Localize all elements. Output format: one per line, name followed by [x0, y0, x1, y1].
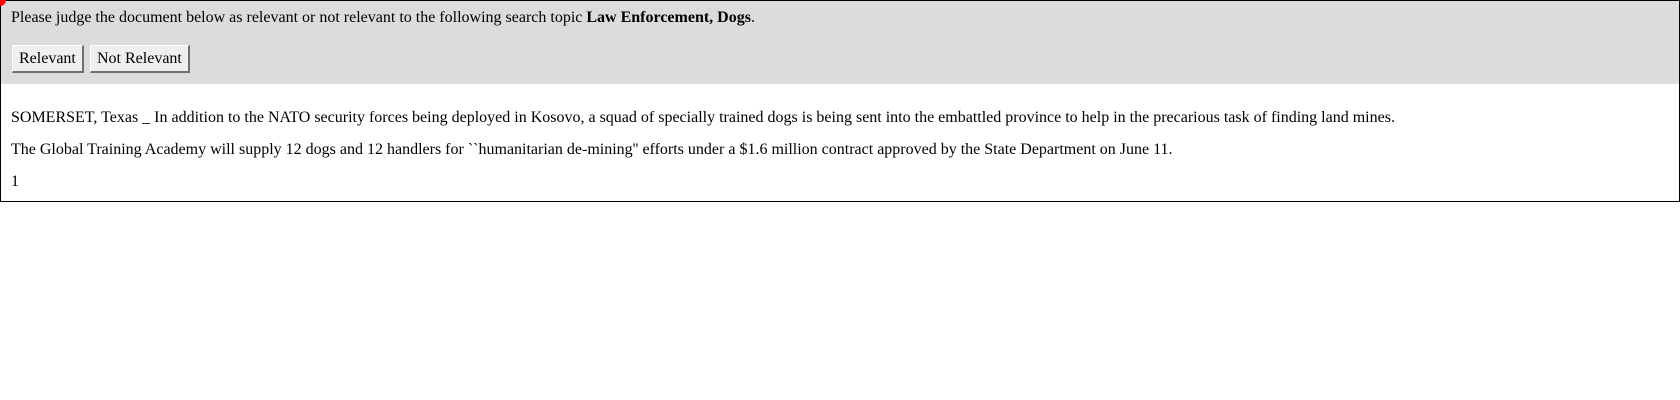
- judgment-instruction: Please judge the document below as relev…: [11, 8, 755, 28]
- document-panel: SOMERSET, Texas _ In addition to the NAT…: [0, 84, 1680, 202]
- instruction-text: Please judge the document below as relev…: [11, 9, 587, 26]
- judgment-header: Please judge the document below as relev…: [0, 0, 1680, 86]
- search-topic: Law Enforcement, Dogs: [586, 9, 751, 26]
- instruction-period: .: [750, 9, 755, 26]
- relevant-button[interactable]: Relevant: [12, 45, 84, 73]
- not-relevant-button[interactable]: Not Relevant: [90, 45, 190, 73]
- document-paragraph: The Global Training Academy will supply …: [11, 141, 1173, 158]
- document-paragraph: SOMERSET, Texas _ In addition to the NAT…: [11, 109, 1395, 126]
- document-page-number: 1: [11, 173, 19, 190]
